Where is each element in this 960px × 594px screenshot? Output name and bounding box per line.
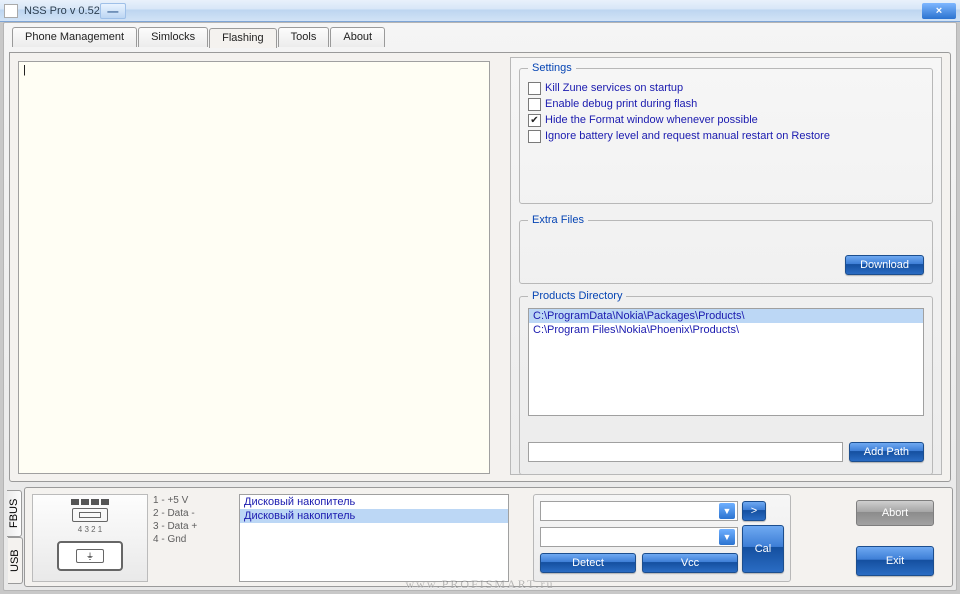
list-item[interactable]: C:\ProgramData\Nokia\Packages\Products\ bbox=[529, 309, 923, 323]
setting-label: Ignore battery level and request manual … bbox=[545, 130, 830, 142]
bottom-bar: FBUS USB 4 3 2 1 ⏚ 1 - +5 V 2 - Data - 3… bbox=[7, 487, 953, 590]
tab-fbus[interactable]: FBUS bbox=[7, 490, 22, 537]
connection-tabstrip: FBUS USB bbox=[7, 490, 25, 584]
usb-pin-numbers: 4 3 2 1 bbox=[78, 525, 102, 534]
tab-phone-management[interactable]: Phone Management bbox=[12, 27, 137, 47]
combo-2[interactable]: ▼ bbox=[540, 527, 738, 547]
setting-label: Enable debug print during flash bbox=[545, 98, 697, 110]
pin-legend-row: 1 - +5 V bbox=[153, 494, 197, 507]
products-listbox[interactable]: C:\ProgramData\Nokia\Packages\Products\ … bbox=[528, 308, 924, 416]
tab-tools[interactable]: Tools bbox=[278, 27, 330, 47]
detect-button[interactable]: Detect bbox=[540, 553, 636, 573]
control-panel: ▼ ▼ Detect Vcc > Cal bbox=[533, 494, 791, 582]
usb-a-port-icon: ⏚ bbox=[57, 541, 123, 571]
list-item[interactable]: Дисковый накопитель bbox=[240, 509, 508, 523]
main-tabstrip: Phone Management Simlocks Flashing Tools… bbox=[4, 23, 956, 47]
right-buttons: Abort Exit bbox=[856, 494, 940, 582]
connection-panel: 4 3 2 1 ⏚ 1 - +5 V 2 - Data - 3 - Data +… bbox=[24, 487, 953, 587]
list-item[interactable]: C:\Program Files\Nokia\Phoenix\Products\ bbox=[529, 323, 923, 337]
flashing-panel: | Settings Kill Zune services on startup… bbox=[9, 52, 951, 482]
tab-about[interactable]: About bbox=[330, 27, 385, 47]
setting-debug-print[interactable]: Enable debug print during flash bbox=[528, 96, 924, 112]
setting-kill-zune[interactable]: Kill Zune services on startup bbox=[528, 80, 924, 96]
list-item[interactable]: Дисковый накопитель bbox=[240, 495, 508, 509]
products-legend: Products Directory bbox=[528, 290, 626, 302]
pin-legend-row: 2 - Data - bbox=[153, 507, 197, 520]
setting-hide-format[interactable]: ✔ Hide the Format window whenever possib… bbox=[528, 112, 924, 128]
add-path-button[interactable]: Add Path bbox=[849, 442, 924, 462]
tab-flashing[interactable]: Flashing bbox=[209, 28, 277, 48]
tab-simlocks[interactable]: Simlocks bbox=[138, 27, 208, 47]
checkbox-icon bbox=[528, 130, 541, 143]
extra-files-group: Extra Files Download bbox=[519, 214, 933, 284]
usb-port-diagram: 4 3 2 1 ⏚ bbox=[32, 494, 148, 582]
checkbox-icon bbox=[528, 98, 541, 111]
vcc-button[interactable]: Vcc bbox=[642, 553, 738, 573]
titlebar: NSS Pro v 0.52 — × bbox=[0, 0, 960, 22]
usb-contacts-icon bbox=[71, 499, 109, 505]
download-button[interactable]: Download bbox=[845, 255, 924, 275]
usb-symbol-icon: ⏚ bbox=[76, 549, 104, 563]
checkbox-icon bbox=[528, 82, 541, 95]
usb-mini-port-icon bbox=[72, 508, 108, 522]
pin-legend-row: 3 - Data + bbox=[153, 520, 197, 533]
extra-files-legend: Extra Files bbox=[528, 214, 588, 226]
cal-button[interactable]: Cal bbox=[742, 525, 784, 573]
window-title: NSS Pro v 0.52 bbox=[24, 5, 100, 17]
client-area: Phone Management Simlocks Flashing Tools… bbox=[3, 22, 957, 591]
app-icon bbox=[4, 4, 18, 18]
combo-1[interactable]: ▼ bbox=[540, 501, 738, 521]
disks-listbox[interactable]: Дисковый накопитель Дисковый накопитель bbox=[239, 494, 509, 582]
settings-group: Settings Kill Zune services on startup E… bbox=[519, 62, 933, 204]
setting-label: Hide the Format window whenever possible bbox=[545, 114, 758, 126]
close-button[interactable]: × bbox=[922, 3, 956, 19]
products-path-input[interactable] bbox=[528, 442, 843, 462]
go-button[interactable]: > bbox=[742, 501, 766, 521]
setting-label: Kill Zune services on startup bbox=[545, 82, 683, 94]
tab-usb[interactable]: USB bbox=[8, 537, 23, 584]
pin-legend-row: 4 - Gnd bbox=[153, 533, 197, 546]
abort-button[interactable]: Abort bbox=[856, 500, 934, 526]
checkbox-icon: ✔ bbox=[528, 114, 541, 127]
exit-button[interactable]: Exit bbox=[856, 546, 934, 576]
log-textarea[interactable]: | bbox=[18, 61, 490, 474]
right-column: Settings Kill Zune services on startup E… bbox=[510, 57, 942, 475]
minimize-button[interactable]: — bbox=[100, 3, 126, 19]
settings-legend: Settings bbox=[528, 62, 576, 74]
chevron-down-icon: ▼ bbox=[719, 503, 735, 519]
products-directory-group: Products Directory C:\ProgramData\Nokia\… bbox=[519, 290, 933, 475]
chevron-down-icon: ▼ bbox=[719, 529, 735, 545]
pin-legend: 1 - +5 V 2 - Data - 3 - Data + 4 - Gnd bbox=[153, 494, 197, 546]
setting-ignore-battery[interactable]: Ignore battery level and request manual … bbox=[528, 128, 924, 144]
